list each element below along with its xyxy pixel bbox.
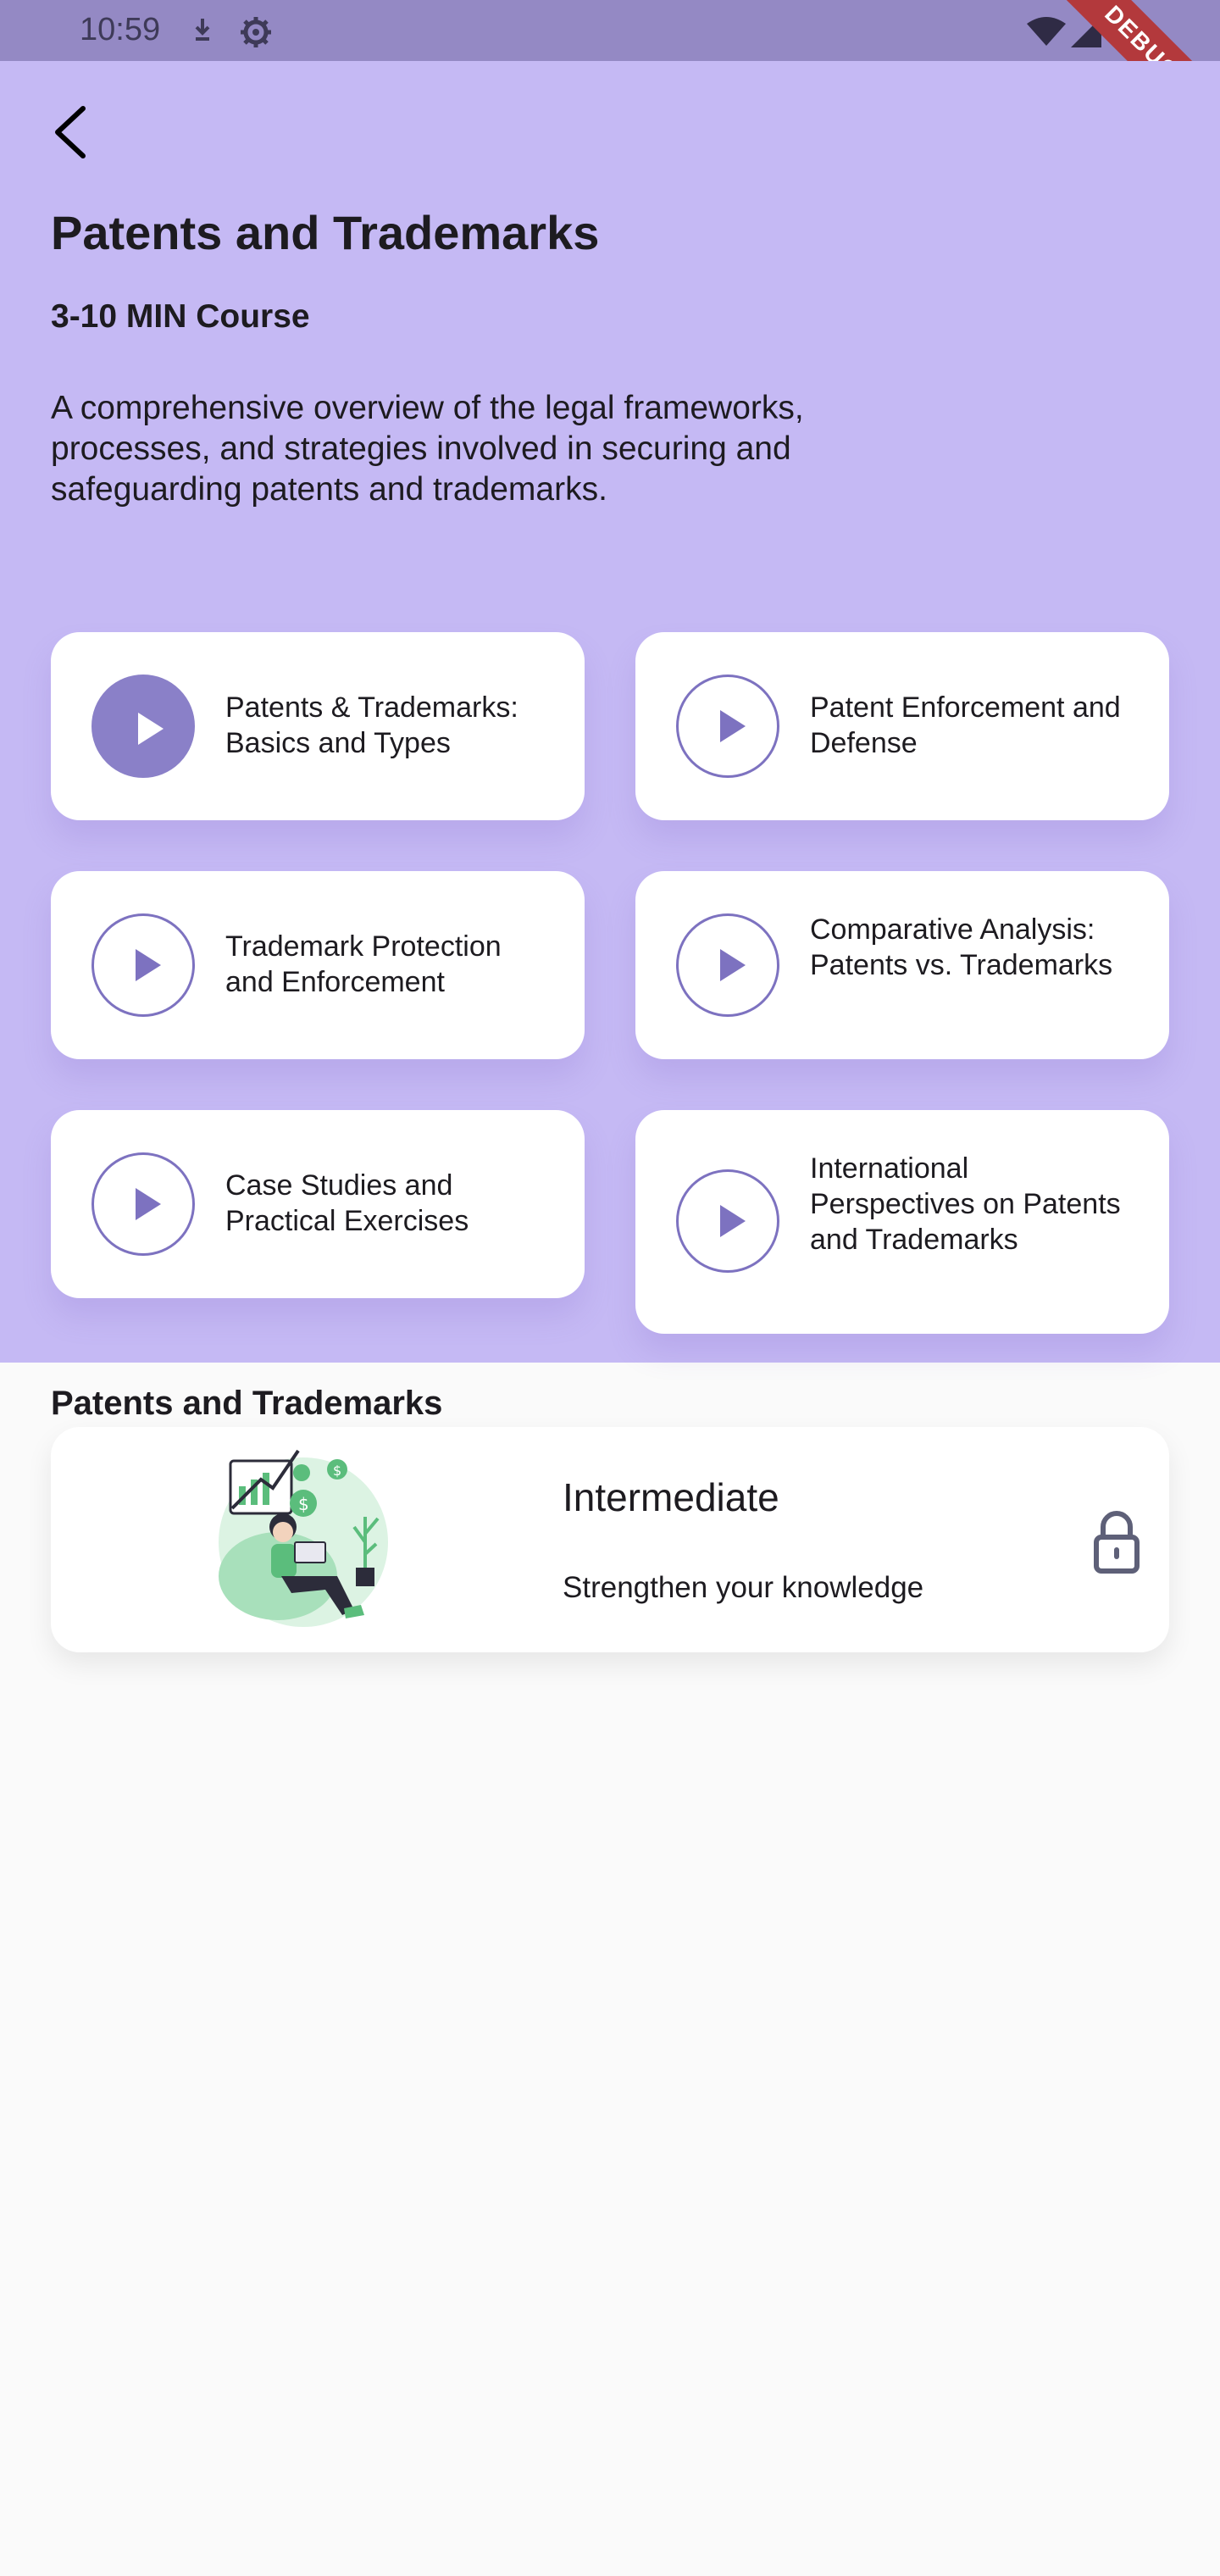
- course-title: Patents and Trademarks: [51, 206, 600, 259]
- play-icon: [720, 949, 746, 981]
- play-button[interactable]: [92, 1152, 195, 1256]
- play-icon: [720, 710, 746, 742]
- download-icon: [195, 19, 210, 41]
- settings-icon: [241, 17, 271, 47]
- level-subtitle: Strengthen your knowledge: [563, 1571, 924, 1604]
- lesson-card-comparative-analysis[interactable]: Comparative Analysis: Patents vs. Tradem…: [635, 871, 1169, 1059]
- status-bar: 10:59 DEBUG: [0, 0, 1220, 150]
- play-icon: [720, 1205, 746, 1237]
- course-description: A comprehensive overview of the legal fr…: [51, 390, 804, 508]
- play-icon: [136, 949, 161, 981]
- lesson-title: Patents & Trademarks: Basics and Types: [225, 691, 518, 759]
- play-button[interactable]: [676, 913, 779, 1017]
- lesson-title: Comparative Analysis: Patents vs. Tradem…: [810, 913, 1113, 981]
- lesson-title: International Perspectives on Patents an…: [810, 1152, 1121, 1256]
- lesson-card-enforcement-defense[interactable]: Patent Enforcement and Defense: [635, 632, 1169, 820]
- person-with-laptop-illustration: $ $: [219, 1449, 388, 1627]
- level-title: Intermediate: [563, 1475, 779, 1519]
- lesson-title: Case Studies and Practical Exercises: [225, 1169, 469, 1237]
- play-button[interactable]: [676, 1169, 779, 1273]
- lesson-title: Trademark Protection and Enforcement: [225, 930, 502, 998]
- svg-text:$: $: [333, 1463, 341, 1479]
- course-duration: 3-10 MIN Course: [51, 298, 310, 335]
- section-title: Patents and Trademarks: [51, 1385, 443, 1422]
- back-arrow-icon[interactable]: [47, 103, 95, 161]
- lesson-card-trademark-protection[interactable]: Trademark Protection and Enforcement: [51, 871, 585, 1059]
- lock-icon: [1094, 1511, 1140, 1574]
- play-icon: [138, 713, 164, 745]
- play-button[interactable]: [92, 913, 195, 1017]
- lesson-card-international[interactable]: International Perspectives on Patents an…: [635, 1110, 1169, 1334]
- lesson-card-basics[interactable]: Patents & Trademarks: Basics and Types: [51, 632, 585, 820]
- status-time: 10:59: [80, 12, 161, 47]
- wifi-icon: [1027, 17, 1066, 46]
- play-icon: [136, 1188, 161, 1220]
- svg-text:$: $: [298, 1494, 309, 1514]
- lesson-title: Patent Enforcement and Defense: [810, 691, 1121, 759]
- play-button[interactable]: [676, 675, 779, 778]
- level-card-intermediate[interactable]: $ $ Intermediate Strengthen your knowled…: [51, 1427, 1169, 1652]
- play-button[interactable]: [92, 675, 195, 778]
- lesson-card-case-studies[interactable]: Case Studies and Practical Exercises: [51, 1110, 585, 1298]
